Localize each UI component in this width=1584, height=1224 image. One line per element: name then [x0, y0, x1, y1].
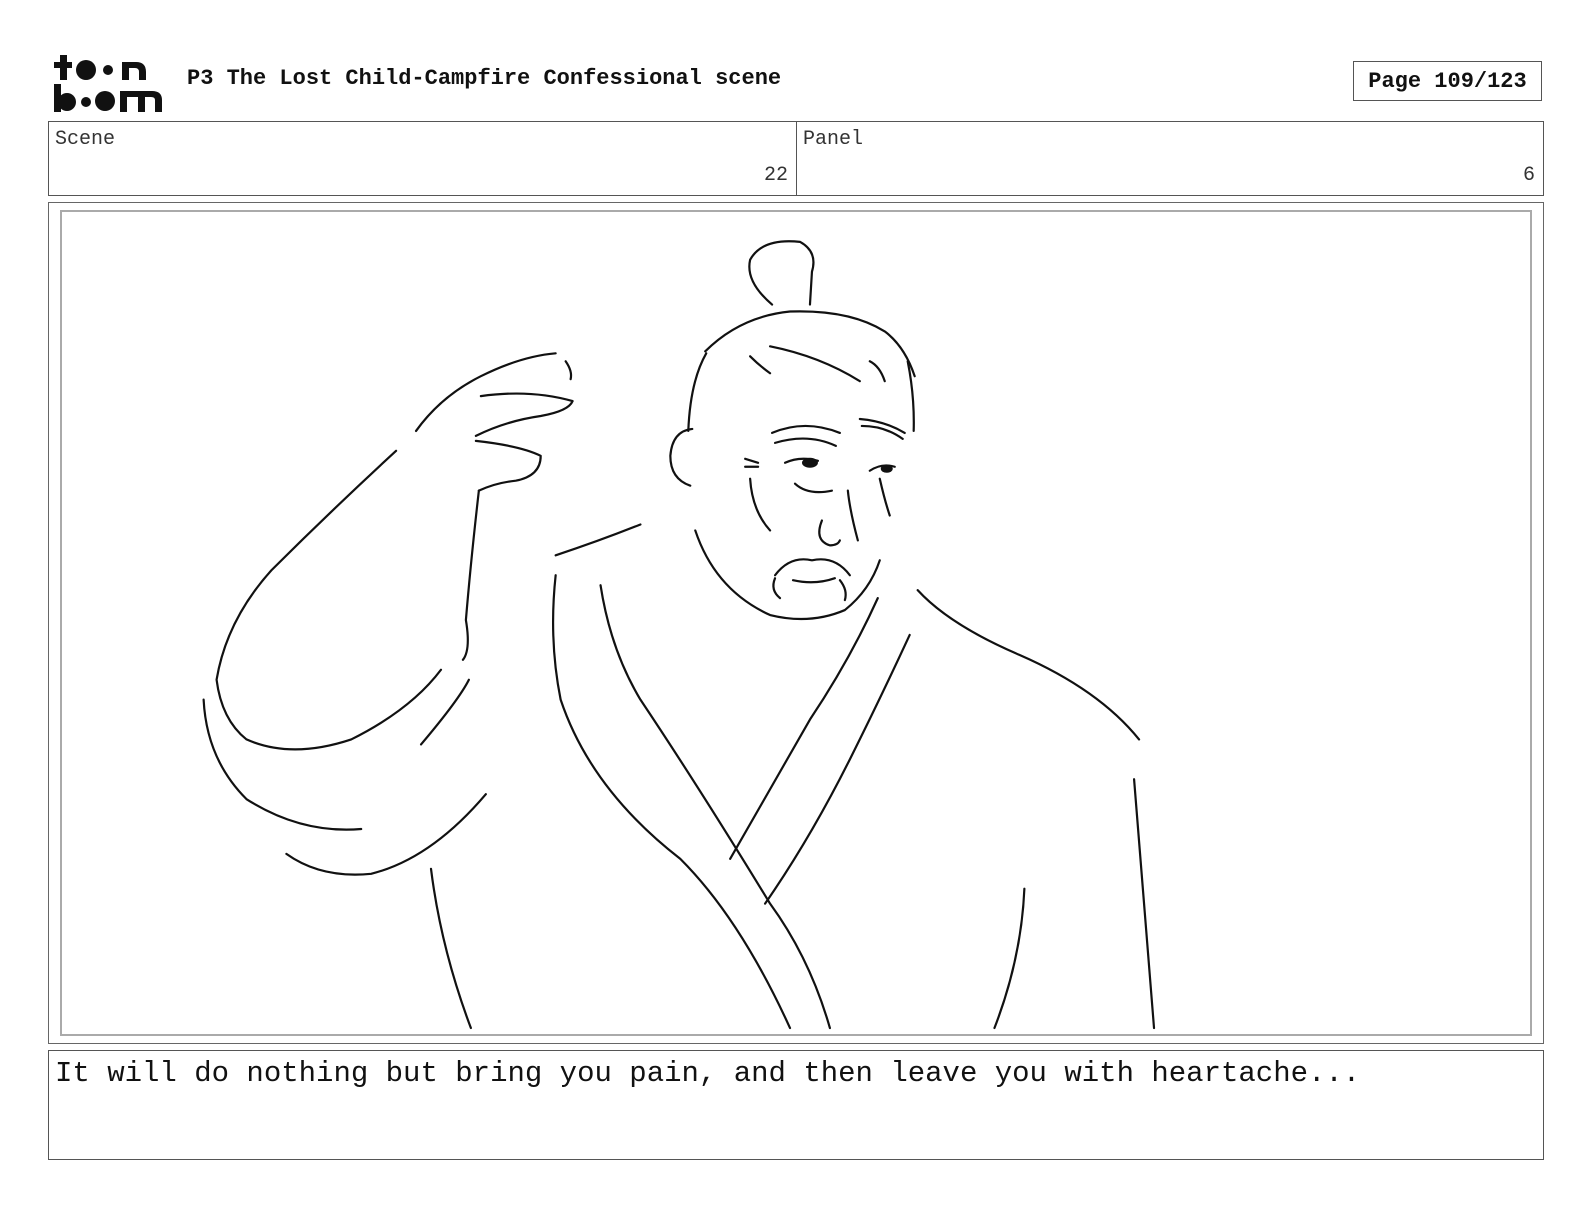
scene-cell: Scene 22: [49, 122, 797, 195]
page-indicator: Page 109/123: [1353, 61, 1542, 101]
storyboard-title: P3 The Lost Child-Campfire Confessional …: [187, 66, 782, 91]
toon-boom-logo: [54, 55, 162, 112]
dialogue-text: It will do nothing but bring you pain, a…: [55, 1057, 1361, 1090]
panel-number: 6: [1522, 164, 1535, 187]
dialogue-box: It will do nothing but bring you pain, a…: [48, 1050, 1544, 1160]
scene-label: Scene: [55, 128, 116, 151]
scene-panel-info: Scene 22 Panel 6: [48, 121, 1544, 196]
scene-number: 22: [763, 164, 788, 187]
panel-label: Panel: [803, 128, 864, 151]
panel-image-frame: [60, 210, 1532, 1036]
storyboard-sketch: [202, 240, 1156, 1030]
panel-cell: Panel 6: [797, 122, 1543, 195]
